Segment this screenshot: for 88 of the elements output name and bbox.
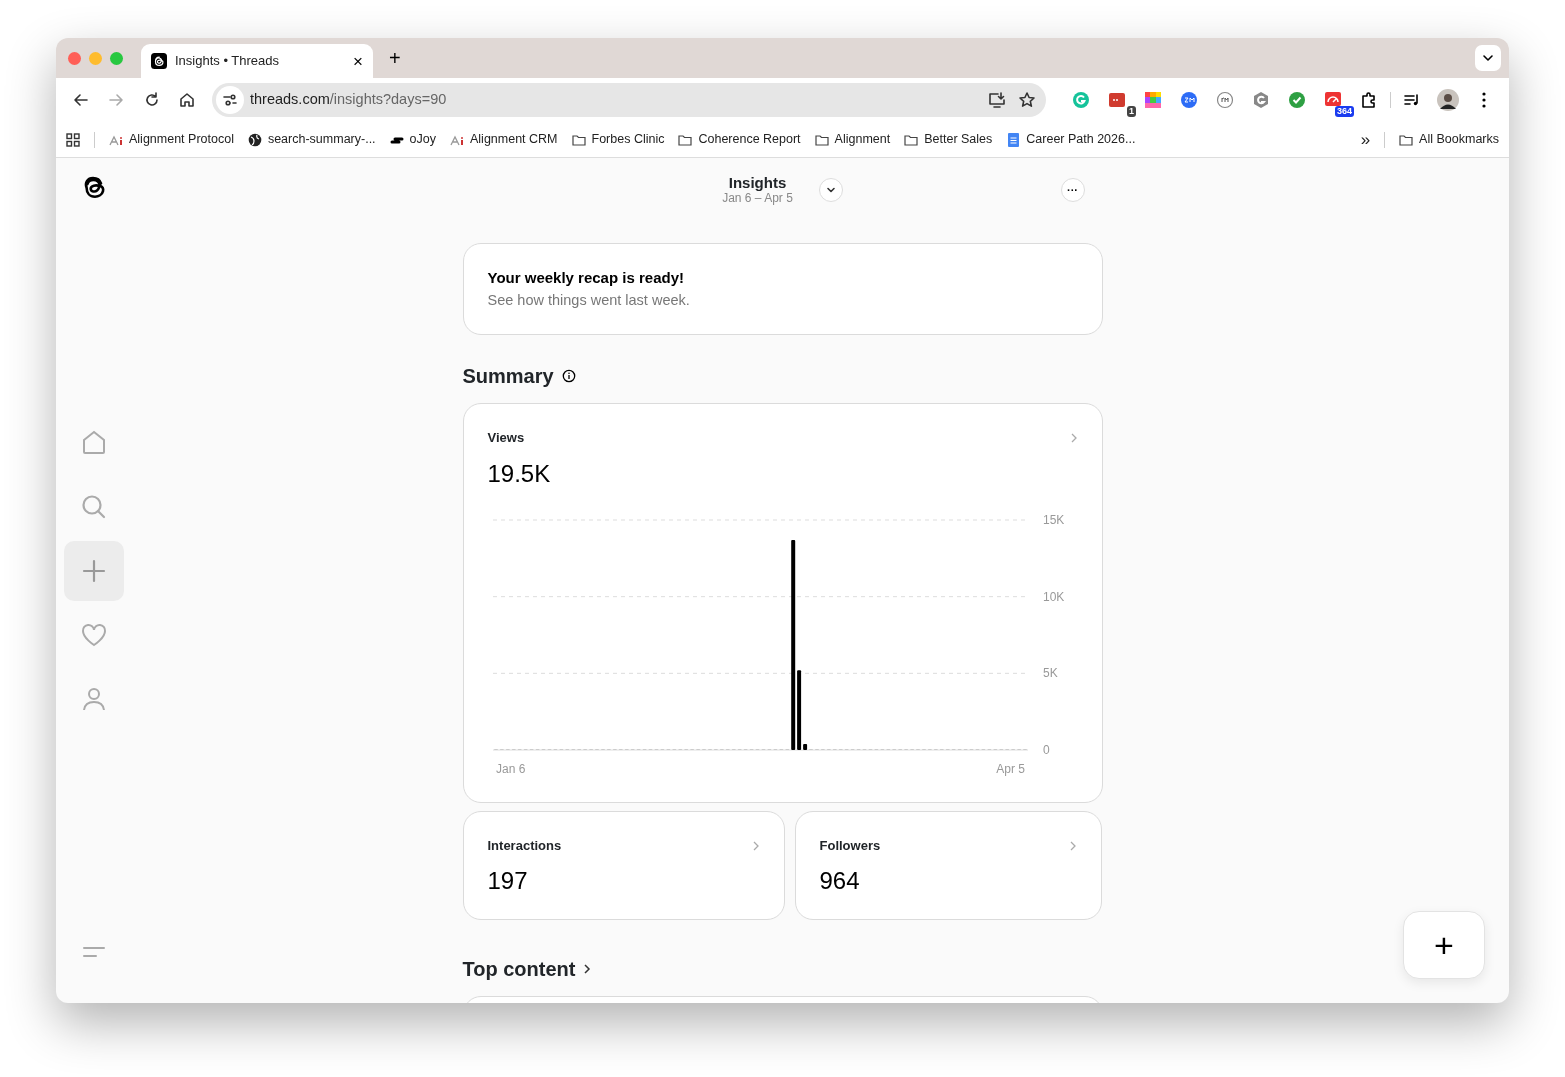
threads-logo-icon — [151, 53, 167, 69]
stat-label: Followers — [819, 836, 881, 855]
chevron-down-icon — [1482, 52, 1494, 64]
y-axis-label: 15K — [1042, 512, 1064, 527]
search-icon — [80, 492, 108, 521]
close-tab-button[interactable]: × — [353, 52, 363, 70]
folder-icon — [904, 132, 919, 147]
stat-card[interactable]: Interactions 197 — [462, 810, 785, 921]
address-bar[interactable]: threads.com/insights?days=90 — [212, 83, 1046, 117]
hexagon-g-icon — [1252, 91, 1270, 109]
circle-letters-icon — [1216, 91, 1234, 109]
stat-value: 964 — [819, 866, 861, 897]
folder-icon — [814, 132, 829, 147]
apps-button[interactable] — [66, 132, 80, 147]
puzzle-piece-icon — [1360, 91, 1378, 109]
count-badge: 1 — [1127, 106, 1136, 117]
forward-arrow-icon — [107, 91, 126, 109]
chevron-right-icon — [751, 839, 760, 852]
bookmark-link[interactable]: Alignment CRM — [450, 130, 558, 149]
date-range-dropdown[interactable] — [818, 178, 843, 202]
chart-bar[interactable] — [802, 743, 807, 750]
section-title[interactable]: Top content — [462, 954, 576, 985]
minimize-window-icon[interactable] — [89, 51, 102, 65]
stat-value: 197 — [487, 866, 529, 897]
star-icon — [1018, 91, 1036, 109]
globe-icon — [247, 132, 262, 147]
back-arrow-icon — [71, 91, 90, 109]
bookmark-link[interactable]: Career Path 2026... — [1006, 130, 1136, 149]
date-range: Jan 6 – Apr 5 — [722, 191, 793, 206]
chevron-right-icon — [1068, 839, 1077, 852]
bookmark-link[interactable]: search-summary-... — [247, 130, 376, 149]
home-icon — [178, 91, 197, 109]
folder-icon — [678, 132, 693, 147]
chevron-down-icon — [825, 185, 836, 195]
check-circle-icon — [1288, 91, 1306, 109]
x-axis-label: Jan 6 — [495, 761, 525, 776]
chart-bar[interactable] — [790, 539, 795, 750]
bookmark-link[interactable]: Coherence Report — [678, 130, 801, 149]
more-options-button[interactable]: ··· — [1060, 178, 1085, 202]
site-settings-icon — [222, 92, 238, 108]
avatar-icon — [1437, 89, 1459, 111]
url-text: threads.com/insights?days=90 — [250, 90, 448, 110]
y-axis-label: 5K — [1042, 666, 1058, 681]
zoom-window-icon[interactable] — [110, 51, 123, 65]
sidebar-nav-button[interactable] — [64, 540, 124, 601]
circle-logo-icon — [1180, 91, 1198, 109]
y-axis-label: 0 — [1042, 742, 1050, 757]
document-icon — [1006, 132, 1021, 147]
y-axis-label: 10K — [1042, 589, 1064, 604]
folder-icon — [571, 132, 586, 147]
recap-card[interactable]: Your weekly recap is ready! See how things went last week. — [462, 243, 1103, 336]
tab-search-button[interactable] — [1475, 45, 1501, 71]
stat-label: Interactions — [487, 836, 562, 855]
menu-icon — [82, 945, 106, 959]
stat-label: Views — [487, 429, 525, 448]
speedometer-icon — [1324, 91, 1342, 109]
close-window-icon[interactable] — [68, 51, 81, 65]
home-icon — [80, 428, 108, 457]
info-icon — [561, 369, 576, 384]
stat-value: 19.5K — [487, 458, 552, 489]
stat-card[interactable]: Followers 964 — [794, 810, 1102, 921]
bookmark-link[interactable]: Better Sales — [904, 130, 993, 149]
bookmark-link[interactable]: oJoy — [389, 130, 436, 149]
grammarly-icon — [1072, 91, 1090, 109]
section-title: Summary — [462, 364, 554, 390]
create-post-button[interactable]: + — [1403, 911, 1485, 979]
tab-title: Insights • Threads — [175, 52, 281, 71]
square-logo-icon — [1108, 91, 1126, 109]
recap-text: See how things went last week. — [487, 290, 691, 310]
color-grid-icon — [1144, 91, 1162, 109]
all-bookmarks-button[interactable]: All Bookmarks — [1399, 130, 1499, 149]
more-bookmarks-button[interactable]: » — [1360, 126, 1371, 153]
bookmark-link[interactable]: Alignment Protocol — [109, 130, 234, 149]
apps-grid-icon — [66, 132, 80, 147]
folder-icon — [1399, 132, 1414, 147]
browser-tab[interactable]: Insights • Threads × — [141, 44, 373, 78]
bookmark-link[interactable]: Alignment — [814, 130, 891, 149]
stat-card[interactable]: Views 19.5K 15K 10K 5K 0 Jan 6 Apr 5 — [462, 403, 1103, 803]
kebab-menu-icon — [1482, 92, 1486, 108]
monitor-download-icon — [988, 91, 1006, 109]
recap-title: Your weekly recap is ready! — [487, 268, 685, 288]
page-title: Insights — [727, 174, 788, 192]
count-badge: 364 — [1334, 106, 1354, 117]
bookmark-link[interactable]: Forbes Clinic — [571, 130, 665, 149]
new-tab-button[interactable]: + — [385, 48, 405, 68]
x-axis-label: Apr 5 — [995, 761, 1025, 776]
chevron-right-icon — [583, 963, 592, 976]
chevron-right-icon — [1069, 432, 1078, 444]
